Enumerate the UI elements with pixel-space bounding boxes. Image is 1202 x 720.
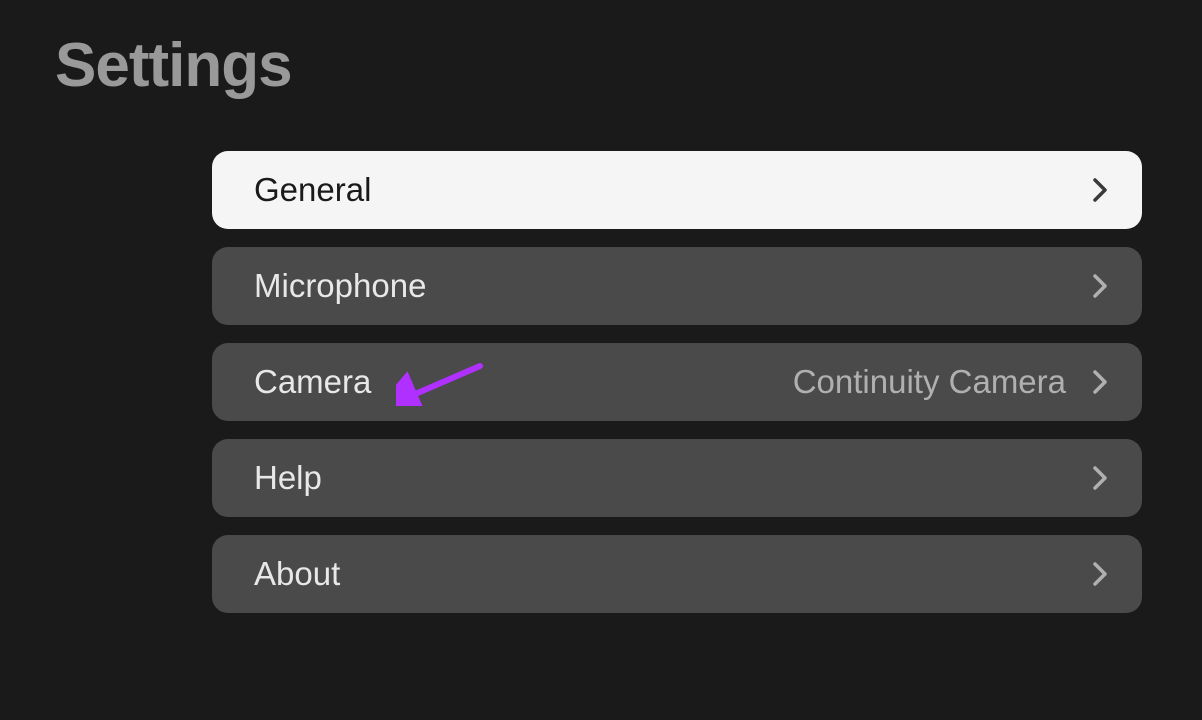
menu-item-right <box>1090 462 1110 494</box>
menu-item-label: Help <box>254 459 322 497</box>
settings-menu: General Microphone Camera Continuity Cam… <box>212 151 1142 613</box>
chevron-right-icon <box>1090 366 1110 398</box>
menu-item-microphone[interactable]: Microphone <box>212 247 1142 325</box>
menu-item-right <box>1090 270 1110 302</box>
menu-item-label: Camera <box>254 363 371 401</box>
menu-item-label: General <box>254 171 371 209</box>
menu-item-camera[interactable]: Camera Continuity Camera <box>212 343 1142 421</box>
chevron-right-icon <box>1090 270 1110 302</box>
menu-item-help[interactable]: Help <box>212 439 1142 517</box>
menu-item-about[interactable]: About <box>212 535 1142 613</box>
menu-item-label: Microphone <box>254 267 426 305</box>
menu-item-right <box>1090 558 1110 590</box>
chevron-right-icon <box>1090 174 1110 206</box>
page-title: Settings <box>0 0 1202 101</box>
menu-item-general[interactable]: General <box>212 151 1142 229</box>
menu-item-right: Continuity Camera <box>793 363 1110 401</box>
menu-item-right <box>1090 174 1110 206</box>
chevron-right-icon <box>1090 558 1110 590</box>
chevron-right-icon <box>1090 462 1110 494</box>
menu-item-value: Continuity Camera <box>793 363 1066 401</box>
menu-item-label: About <box>254 555 340 593</box>
